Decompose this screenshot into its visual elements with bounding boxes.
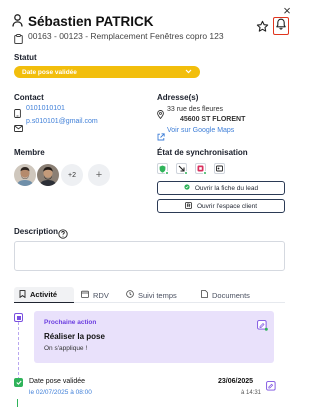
status-value: Date pose validée — [22, 68, 77, 76]
project-subtitle: 00163 - 00123 - Remplacement Fenêtres co… — [28, 31, 224, 41]
close-icon[interactable]: × — [280, 3, 294, 18]
completed-check-icon — [14, 378, 23, 387]
description-textarea[interactable] — [14, 241, 285, 271]
open-lead-label: Ouvrir la fiche du lead — [194, 184, 259, 192]
event-note-icon[interactable] — [266, 378, 276, 391]
status-dot-icon — [203, 171, 207, 175]
tab-label: Activité — [30, 290, 58, 299]
next-action-marker-icon — [14, 313, 23, 322]
avatar[interactable] — [14, 164, 36, 186]
calendar-icon — [81, 290, 89, 300]
google-maps-link[interactable]: Voir sur Google Maps — [167, 127, 234, 134]
edit-note-icon[interactable] — [257, 318, 268, 331]
next-action-label: Prochaine action — [44, 319, 97, 326]
event-date: le 02/07/2025 à 08:00 — [29, 389, 92, 396]
address-line-2: 45600 ST FLORENT — [180, 116, 246, 123]
phone-icon — [14, 105, 22, 118]
mail-icon — [14, 119, 23, 132]
tab-suivi-temps[interactable]: Suivi temps — [121, 287, 182, 303]
contact-label: Contact — [14, 93, 44, 102]
timeline-line — [18, 322, 19, 380]
sync-shield-icon[interactable] — [157, 163, 169, 175]
next-action-subtitle: On s'applique ! — [44, 345, 88, 352]
external-link-icon — [157, 128, 165, 141]
timeline-continuation — [17, 399, 18, 407]
address-label: Adresse(s) — [157, 93, 199, 102]
lead-icon — [184, 184, 190, 192]
avatar[interactable] — [37, 164, 59, 186]
description-label: Description — [14, 227, 59, 236]
bell-icon — [276, 17, 286, 35]
user-icon — [12, 14, 23, 27]
bell-button[interactable] — [273, 17, 289, 35]
address-line-1: 33 rue des fleures — [167, 106, 224, 113]
tab-bar: Activité RDV Suivi temps Documents — [14, 287, 285, 303]
sync-app-icon[interactable] — [195, 163, 207, 175]
tab-label: Documents — [212, 290, 250, 300]
bookmark-icon — [19, 289, 26, 300]
next-action-title: Réaliser la pose — [44, 332, 105, 341]
statut-label: Statut — [14, 53, 37, 62]
clock-icon — [126, 290, 134, 300]
next-action-card[interactable]: Prochaine action Réaliser la pose On s'a… — [34, 311, 274, 363]
contact-email[interactable]: p.s010101@gmail.com — [26, 118, 98, 125]
tab-label: RDV — [93, 290, 109, 300]
sync-card-icon[interactable] — [214, 163, 225, 174]
document-icon — [201, 290, 208, 300]
location-pin-icon — [157, 106, 165, 120]
status-select[interactable]: Date pose validée — [14, 66, 200, 78]
page-title: Sébastien PATRICK — [28, 14, 154, 29]
open-lead-button[interactable]: Ouvrir la fiche du lead — [157, 181, 285, 195]
sync-arrow-icon[interactable] — [176, 163, 188, 175]
sync-label: État de synchronisation — [157, 148, 248, 157]
contact-phone[interactable]: 0101010101 — [26, 105, 65, 112]
tab-rdv[interactable]: RDV — [76, 287, 114, 303]
add-member-button[interactable]: + — [88, 164, 110, 186]
status-dot-icon — [184, 171, 188, 175]
event-title: Date pose validée — [29, 378, 86, 385]
event-log-date: 23/06/2025 — [218, 378, 254, 385]
membre-label: Membre — [14, 148, 45, 157]
tab-label: Suivi temps — [138, 290, 177, 300]
open-client-space-button[interactable]: Ouvrir l'espace client — [157, 199, 285, 213]
event-log-time: à 14:31 — [241, 390, 262, 396]
more-members-count[interactable]: +2 — [61, 164, 83, 186]
open-client-space-label: Ouvrir l'espace client — [196, 202, 258, 210]
client-space-icon — [185, 201, 192, 211]
star-icon[interactable] — [255, 19, 269, 33]
tab-documents[interactable]: Documents — [196, 287, 255, 303]
tab-activite[interactable]: Activité — [14, 287, 74, 303]
status-dot-icon — [165, 171, 169, 175]
chevron-down-icon — [185, 69, 192, 76]
clipboard-icon — [14, 31, 23, 44]
help-icon[interactable] — [58, 226, 68, 239]
